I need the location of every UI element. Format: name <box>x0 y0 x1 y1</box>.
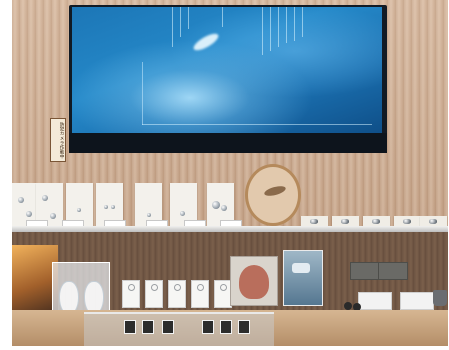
bird-artwork <box>263 184 287 198</box>
light-streak <box>222 7 223 27</box>
light-streak <box>172 7 173 47</box>
light-streak <box>302 7 303 37</box>
earring <box>147 213 151 217</box>
light-streak <box>262 7 263 55</box>
screen-line <box>142 124 372 125</box>
earring <box>77 208 81 212</box>
light-streak <box>180 7 181 37</box>
shop-photo: 防犯カメラ作動中 <box>12 0 448 346</box>
showcase-item <box>238 320 250 334</box>
portrait-image <box>239 265 269 299</box>
earring <box>310 219 318 224</box>
screen-line <box>142 62 143 125</box>
portrait-book <box>230 256 278 306</box>
gift-box <box>378 262 408 280</box>
magazine <box>283 250 323 306</box>
ring <box>128 284 135 291</box>
ring <box>220 284 227 291</box>
monitor-bezel <box>69 133 387 153</box>
light-streak <box>294 7 295 41</box>
earring <box>403 219 411 224</box>
earring <box>18 197 24 203</box>
earring <box>111 205 115 209</box>
earring <box>372 219 380 224</box>
earring <box>50 213 56 219</box>
light-streak <box>188 7 189 29</box>
ring-box <box>191 280 209 308</box>
decoration <box>344 302 352 310</box>
ring <box>197 284 204 291</box>
earring <box>180 211 185 216</box>
earring <box>221 205 227 211</box>
gift-box <box>400 292 434 310</box>
light-streak <box>286 7 287 43</box>
showcase-item <box>142 320 154 334</box>
showcase-item <box>124 320 136 334</box>
showcase-item <box>220 320 232 334</box>
ring <box>151 284 158 291</box>
earring <box>341 219 349 224</box>
ring-box <box>145 280 163 308</box>
earring <box>212 201 220 209</box>
earring <box>104 205 108 209</box>
cup <box>433 290 447 306</box>
ring <box>174 284 181 291</box>
earring <box>429 219 437 224</box>
monitor-screen <box>72 7 382 133</box>
screen-glare <box>191 30 221 54</box>
ring-box <box>122 280 140 308</box>
gift-box <box>350 262 380 280</box>
light-streak <box>270 7 271 51</box>
showcase-item <box>162 320 174 334</box>
magazine-highlight <box>292 263 310 273</box>
security-camera-sign: 防犯カメラ作動中 <box>50 118 66 162</box>
gift-box <box>358 292 392 310</box>
light-streak <box>278 7 279 47</box>
earring <box>42 195 48 201</box>
glass-showcase <box>84 312 274 346</box>
showcase-item <box>202 320 214 334</box>
oval-art-frame <box>245 164 301 226</box>
earring <box>26 211 32 217</box>
ring-box <box>168 280 186 308</box>
wall-monitor <box>69 5 387 153</box>
